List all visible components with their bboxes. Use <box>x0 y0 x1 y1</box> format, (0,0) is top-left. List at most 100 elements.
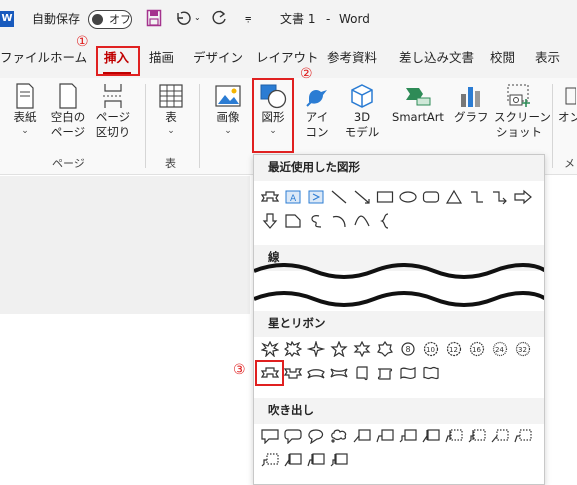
autosave-toggle[interactable]: オフ <box>88 10 132 29</box>
star-10-point-shape[interactable]: 10 <box>419 338 442 360</box>
star-6-point-shape[interactable] <box>350 338 373 360</box>
tab-mailings[interactable]: 差し込み文書 <box>399 50 474 65</box>
image-button[interactable]: 画像 ⌄ <box>210 82 246 137</box>
line-callout-1-shape[interactable] <box>350 425 373 447</box>
stars-ribbons-header: 星とリボン <box>254 311 544 337</box>
table-button[interactable]: 表 ⌄ <box>154 82 188 137</box>
online-video-icon <box>565 87 576 105</box>
line-callout-2-shape[interactable] <box>373 425 396 447</box>
star-24-point-shape[interactable]: 24 <box>488 338 511 360</box>
tab-file[interactable]: ファイル <box>0 50 50 65</box>
cover-page-button[interactable]: 表紙 ⌄ <box>8 82 42 137</box>
star-7-point-shape[interactable] <box>373 338 396 360</box>
callouts-title: 吹き出し <box>268 403 314 417</box>
table-label: 表 <box>165 110 177 124</box>
online-button-cutoff[interactable]: オン <box>558 82 577 125</box>
tab-references[interactable]: 参考資料 <box>327 50 377 65</box>
scribble-shape[interactable] <box>304 210 327 232</box>
blank-page-button[interactable]: 空白の ページ <box>50 82 86 140</box>
pages-group-label: ページ <box>52 157 85 170</box>
customize-toolbar-icon[interactable]: ⩦ <box>245 11 251 25</box>
double-wave-shape[interactable] <box>419 362 442 384</box>
ribbon-down-shape[interactable] <box>281 362 304 384</box>
text-box-shape[interactable]: A <box>281 186 304 208</box>
accent-callout-2-shape[interactable] <box>442 425 465 447</box>
rounded-rect-callout-shape[interactable] <box>281 425 304 447</box>
chart-button[interactable]: グラフ <box>454 82 489 125</box>
vertical-text-box-shape[interactable] <box>304 186 327 208</box>
wave-shape[interactable] <box>396 362 419 384</box>
elbow-arrow-connector-shape[interactable] <box>488 186 511 208</box>
star-16-point-shape[interactable]: 16 <box>465 338 488 360</box>
explosion-1-shape[interactable] <box>258 338 281 360</box>
down-arrow-shape[interactable] <box>258 210 281 232</box>
star-32-point-shape[interactable]: 32 <box>511 338 534 360</box>
horizontal-scroll-shape[interactable] <box>373 362 396 384</box>
rounded-rectangle-shape[interactable] <box>419 186 442 208</box>
step-3-marker: ③ <box>233 362 246 378</box>
tab-draw[interactable]: 描画 <box>149 50 174 65</box>
recent-shapes-row-1: A <box>258 186 534 208</box>
autosave-label: 自動保存 <box>32 12 81 26</box>
step-1-marker: ① <box>76 34 89 50</box>
page-break-label-2: 区切り <box>95 125 131 139</box>
explosion-2-shape[interactable] <box>281 338 304 360</box>
svg-text:A: A <box>290 194 297 204</box>
elbow-connector-shape[interactable] <box>465 186 488 208</box>
title-bar: W 自動保存 オフ ⌄ ⩦ 文書 1 - Word <box>0 0 577 38</box>
tab-layout[interactable]: レイアウト <box>256 50 319 65</box>
3d-models-label-1: 3D <box>353 110 371 124</box>
border-callout-2-shape[interactable] <box>511 425 534 447</box>
undo-icon[interactable] <box>174 9 192 30</box>
app-name: Word <box>339 12 370 26</box>
right-arrow-shape[interactable] <box>511 186 534 208</box>
cover-page-icon <box>16 83 34 109</box>
star-5-point-shape[interactable] <box>327 338 350 360</box>
tab-view[interactable]: 表示 <box>535 50 560 65</box>
undo-dropdown-icon[interactable]: ⌄ <box>194 13 201 22</box>
triangle-shape[interactable] <box>442 186 465 208</box>
ribbon-shape[interactable] <box>258 186 281 208</box>
tab-home[interactable]: ホーム <box>50 50 87 65</box>
curve-shape[interactable] <box>350 210 373 232</box>
star-12-point-shape[interactable]: 12 <box>442 338 465 360</box>
redo-icon[interactable] <box>210 9 228 30</box>
line-shape[interactable] <box>327 186 350 208</box>
accent-border-callout-1-shape[interactable] <box>281 449 304 471</box>
smartart-button[interactable]: SmartArt <box>390 82 446 125</box>
line-callout-3-shape[interactable] <box>396 425 419 447</box>
curved-ribbon-down-shape[interactable] <box>327 362 350 384</box>
arc-shape[interactable] <box>327 210 350 232</box>
tab-design[interactable]: デザイン <box>193 50 243 65</box>
accent-border-callout-2-shape[interactable] <box>304 449 327 471</box>
curved-ribbon-up-shape[interactable] <box>304 362 327 384</box>
insert-tab-highlight <box>96 46 140 76</box>
accent-border-callout-3-shape[interactable] <box>327 449 350 471</box>
icons-button[interactable]: アイ コン <box>300 82 334 140</box>
oval-callout-shape[interactable] <box>304 425 327 447</box>
star-8-point-shape[interactable]: 8 <box>396 338 419 360</box>
brace-shape[interactable] <box>373 210 396 232</box>
image-label: 画像 <box>216 110 240 124</box>
3d-models-button[interactable]: 3D モデル <box>340 82 384 140</box>
accent-callout-1-shape[interactable] <box>419 425 442 447</box>
snip-rectangle-shape[interactable] <box>281 210 304 232</box>
border-callout-3-shape[interactable] <box>258 449 281 471</box>
border-callout-1-shape[interactable] <box>488 425 511 447</box>
star-4-point-shape[interactable] <box>304 338 327 360</box>
accent-callout-3-shape[interactable] <box>465 425 488 447</box>
rect-callout-shape[interactable] <box>258 425 281 447</box>
rectangle-shape[interactable] <box>373 186 396 208</box>
online-label-cutoff: オン <box>558 110 577 124</box>
image-icon <box>215 85 241 107</box>
save-icon[interactable] <box>146 9 162 30</box>
screenshot-button[interactable]: スクリーン ショット <box>494 82 551 140</box>
arrow-line-shape[interactable] <box>350 186 373 208</box>
title-separator: - <box>326 12 331 26</box>
tab-review[interactable]: 校閲 <box>490 50 515 65</box>
oval-shape[interactable] <box>396 186 419 208</box>
chevron-down-icon: ⌄ <box>21 126 29 136</box>
page-break-button[interactable]: ページ 区切り <box>94 82 132 140</box>
cloud-callout-shape[interactable] <box>327 425 350 447</box>
vertical-scroll-shape[interactable] <box>350 362 373 384</box>
